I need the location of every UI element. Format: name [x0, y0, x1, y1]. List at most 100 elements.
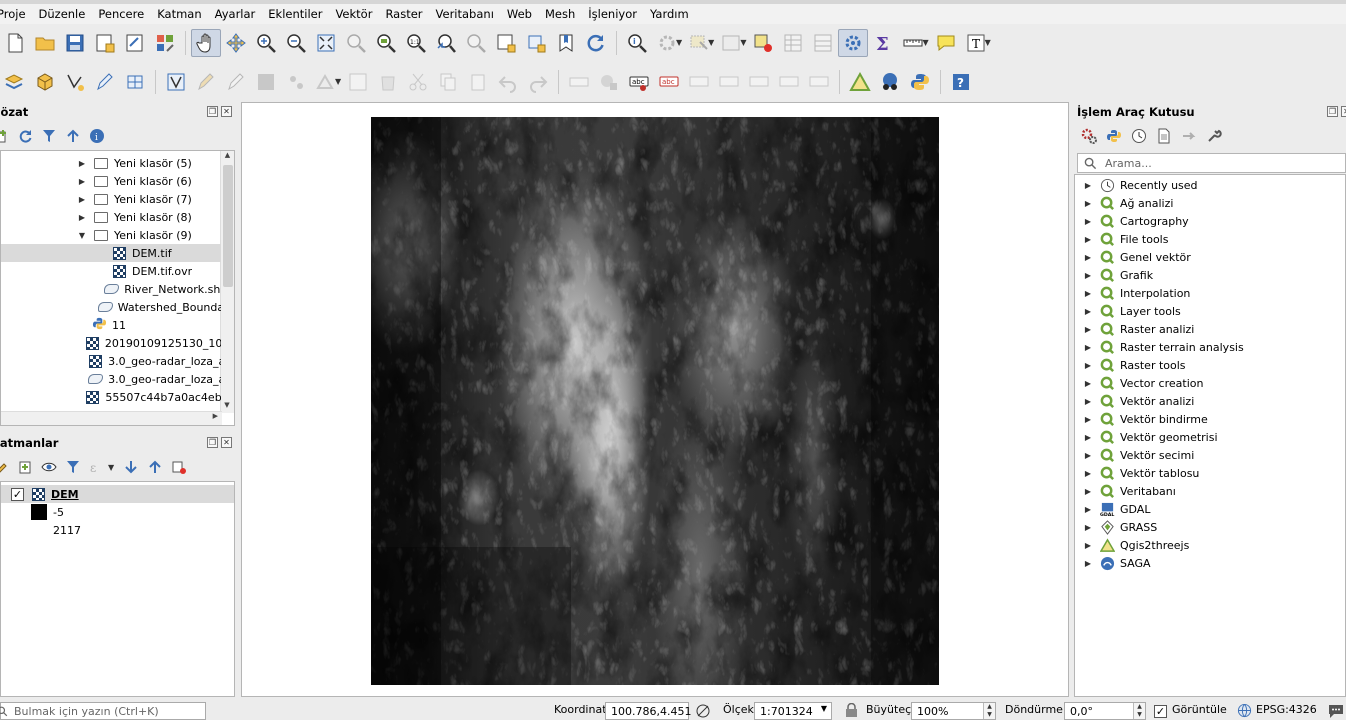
browser-horizontal-scrollbar[interactable]: ▶	[1, 411, 222, 425]
zoom-out-button[interactable]	[281, 29, 311, 57]
toolbox-provider[interactable]: ▶ Layer tools	[1083, 302, 1181, 320]
toolbox-provider[interactable]: ▶ Raster tools	[1083, 356, 1186, 374]
scripts-button[interactable]	[1105, 127, 1123, 145]
collapse-all-button[interactable]	[64, 127, 82, 145]
chevron-right-icon[interactable]: ▶	[77, 213, 87, 222]
delete-selected-button[interactable]	[373, 68, 403, 96]
browser-item[interactable]: 55507c44b7a0ac4eb3	[1, 388, 221, 406]
run-action-button[interactable]	[652, 29, 682, 57]
messages-icon[interactable]	[1327, 702, 1345, 719]
chevron-right-icon[interactable]: ▶	[77, 177, 87, 186]
chevron-down-icon[interactable]: ▼	[108, 463, 114, 472]
chevron-down-icon[interactable]: ▼	[922, 38, 928, 47]
collapse-all-layers-button[interactable]	[146, 458, 164, 476]
map-tips-button[interactable]	[931, 29, 961, 57]
menu-item[interactable]: Eklentiler	[262, 4, 329, 24]
menu-item[interactable]: Katman	[151, 4, 208, 24]
modify-attributes-button[interactable]	[343, 68, 373, 96]
options-button[interactable]	[1205, 127, 1223, 145]
browser-item[interactable]: ▶ Yeni klasör (7)	[1, 190, 221, 208]
magnifier-spinbox[interactable]: 100% ▲ ▼	[911, 702, 996, 720]
toolbox-provider[interactable]: ▶ Vector creation	[1083, 374, 1203, 392]
scrollbar-thumb[interactable]	[223, 165, 233, 287]
change-label-button[interactable]	[804, 68, 834, 96]
chevron-right-icon[interactable]: ▶	[1083, 217, 1093, 226]
chevron-right-icon[interactable]: ▶	[1083, 307, 1093, 316]
add-group-button[interactable]	[16, 458, 34, 476]
menu-item[interactable]: Veritabanı	[430, 4, 501, 24]
qgis2threejs-button[interactable]	[875, 68, 905, 96]
toolbox-provider[interactable]: ▶ Qgis2threejs	[1083, 536, 1189, 554]
float-panel-button[interactable]: ❐	[1327, 106, 1338, 117]
chevron-right-icon[interactable]: ▶	[1083, 415, 1093, 424]
toolbox-provider[interactable]: ▶ Vektör secimi	[1083, 446, 1194, 464]
zoom-full-button[interactable]	[311, 29, 341, 57]
lock-icon[interactable]	[845, 703, 858, 718]
chevron-right-icon[interactable]: ▶	[1083, 361, 1093, 370]
edit-features-in-place-button[interactable]	[1180, 127, 1198, 145]
toolbox-provider[interactable]: ▶ SAGA	[1083, 554, 1151, 572]
new-bookmark-button[interactable]	[551, 29, 581, 57]
toolbox-provider[interactable]: ▶ GRASS	[1083, 518, 1157, 536]
menu-item[interactable]: Proje	[0, 4, 33, 24]
digitize-button[interactable]	[60, 68, 90, 96]
results-viewer-button[interactable]	[1155, 127, 1173, 145]
data-source-manager-button[interactable]	[0, 68, 30, 96]
close-panel-button[interactable]: ✕	[221, 437, 232, 448]
pin-labels-button[interactable]	[684, 68, 714, 96]
browser-item[interactable]: River_Network.shp	[1, 280, 221, 298]
chevron-right-icon[interactable]: ▶	[1083, 433, 1093, 442]
help-button[interactable]: ?	[946, 68, 976, 96]
chevron-right-icon[interactable]: ▶	[1083, 487, 1093, 496]
scroll-right-icon[interactable]: ▶	[213, 412, 218, 420]
refresh-button[interactable]	[581, 29, 611, 57]
toolbox-provider[interactable]: ▶ Vektör tablosu	[1083, 464, 1199, 482]
float-panel-button[interactable]: ❐	[207, 437, 218, 448]
highlight-pinned-labels-button[interactable]: abc	[654, 68, 684, 96]
layout-manager-button[interactable]	[120, 29, 150, 57]
remove-layer-button[interactable]	[170, 458, 188, 476]
browser-item[interactable]: ▶ Yeni klasör (6)	[1, 172, 221, 190]
toolbox-provider[interactable]: ▶ GDAL GDAL	[1083, 500, 1150, 518]
open-attribute-table-button[interactable]	[778, 29, 808, 57]
zoom-native-resolution-button[interactable]: 1:1	[401, 29, 431, 57]
map-canvas[interactable]	[241, 102, 1069, 697]
toolbox-provider[interactable]: ▶ Raster analizi	[1083, 320, 1194, 338]
toolbox-provider[interactable]: ▶ File tools	[1083, 230, 1168, 248]
label-tool-button[interactable]	[564, 68, 594, 96]
field-calculator-button[interactable]	[808, 29, 838, 57]
toolbox-provider[interactable]: ▶ Recently used	[1083, 176, 1198, 194]
new-print-layout-button[interactable]	[90, 29, 120, 57]
profile-tool-button[interactable]	[845, 68, 875, 96]
render-checkbox[interactable]: ✓	[1154, 705, 1167, 718]
rotate-label-button[interactable]	[774, 68, 804, 96]
toolbox-provider[interactable]: ▶ Vektör bindirme	[1083, 410, 1208, 428]
vertex-tool-button[interactable]	[311, 68, 341, 96]
pan-to-selection-button[interactable]	[221, 29, 251, 57]
pan-map-button[interactable]	[191, 28, 221, 57]
chevron-right-icon[interactable]: ▶	[1083, 541, 1093, 550]
float-panel-button[interactable]: ❐	[207, 106, 218, 117]
toolbox-provider[interactable]: ▶ Raster terrain analysis	[1083, 338, 1244, 356]
zoom-to-layer-button[interactable]	[371, 29, 401, 57]
close-panel-button[interactable]: ✕	[1341, 106, 1346, 117]
menu-item[interactable]: İşleniyor	[582, 4, 644, 24]
chevron-down-icon[interactable]: ▼	[77, 231, 87, 240]
chevron-right-icon[interactable]: ▶	[1083, 469, 1093, 478]
add-text-layer-button[interactable]	[90, 68, 120, 96]
toolbox-provider[interactable]: ▶ Interpolation	[1083, 284, 1190, 302]
browser-item[interactable]: DEM.tif	[1, 244, 221, 262]
zoom-to-selection-button[interactable]	[341, 29, 371, 57]
chevron-right-icon[interactable]: ▶	[1083, 289, 1093, 298]
chevron-right-icon[interactable]: ▶	[1083, 199, 1093, 208]
toolbox-provider[interactable]: ▶ Genel vektör	[1083, 248, 1191, 266]
chevron-right-icon[interactable]: ▶	[77, 195, 87, 204]
menu-item[interactable]: Vektör	[329, 4, 379, 24]
chevron-right-icon[interactable]: ▶	[1083, 505, 1093, 514]
new-map-view-button[interactable]	[491, 29, 521, 57]
browser-item[interactable]: 11	[1, 316, 221, 334]
toolbox-provider[interactable]: ▶ Ağ analizi	[1083, 194, 1173, 212]
filter-browser-button[interactable]	[40, 127, 58, 145]
scroll-up-icon[interactable]: ▲	[221, 151, 234, 163]
menu-item[interactable]: Mesh	[539, 4, 582, 24]
